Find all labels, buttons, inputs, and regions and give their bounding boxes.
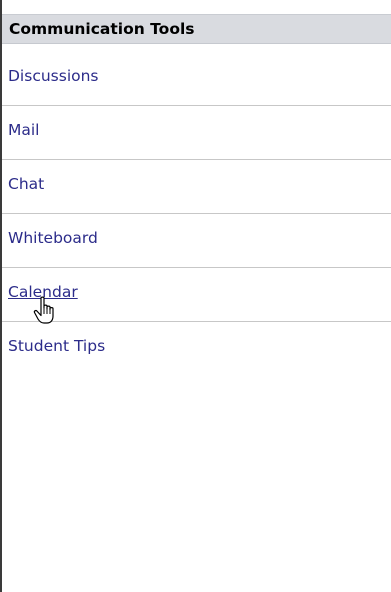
panel-title: Communication Tools <box>9 20 195 38</box>
list-item-discussions: Discussions <box>2 52 391 106</box>
mail-link[interactable]: Mail <box>8 121 39 139</box>
list-item-student-tips: Student Tips <box>2 322 391 376</box>
discussions-link[interactable]: Discussions <box>8 67 99 85</box>
list-item-calendar: Calendar <box>2 268 391 322</box>
list-item-whiteboard: Whiteboard <box>2 214 391 268</box>
student-tips-link[interactable]: Student Tips <box>8 337 105 355</box>
tool-list: Discussions Mail Chat Whiteboard Calenda… <box>2 52 391 376</box>
list-item-chat: Chat <box>2 160 391 214</box>
calendar-link[interactable]: Calendar <box>8 283 78 301</box>
chat-link[interactable]: Chat <box>8 175 44 193</box>
communication-tools-panel: Communication Tools Discussions Mail Cha… <box>0 0 391 592</box>
panel-header: Communication Tools <box>2 14 391 44</box>
whiteboard-link[interactable]: Whiteboard <box>8 229 98 247</box>
list-item-mail: Mail <box>2 106 391 160</box>
